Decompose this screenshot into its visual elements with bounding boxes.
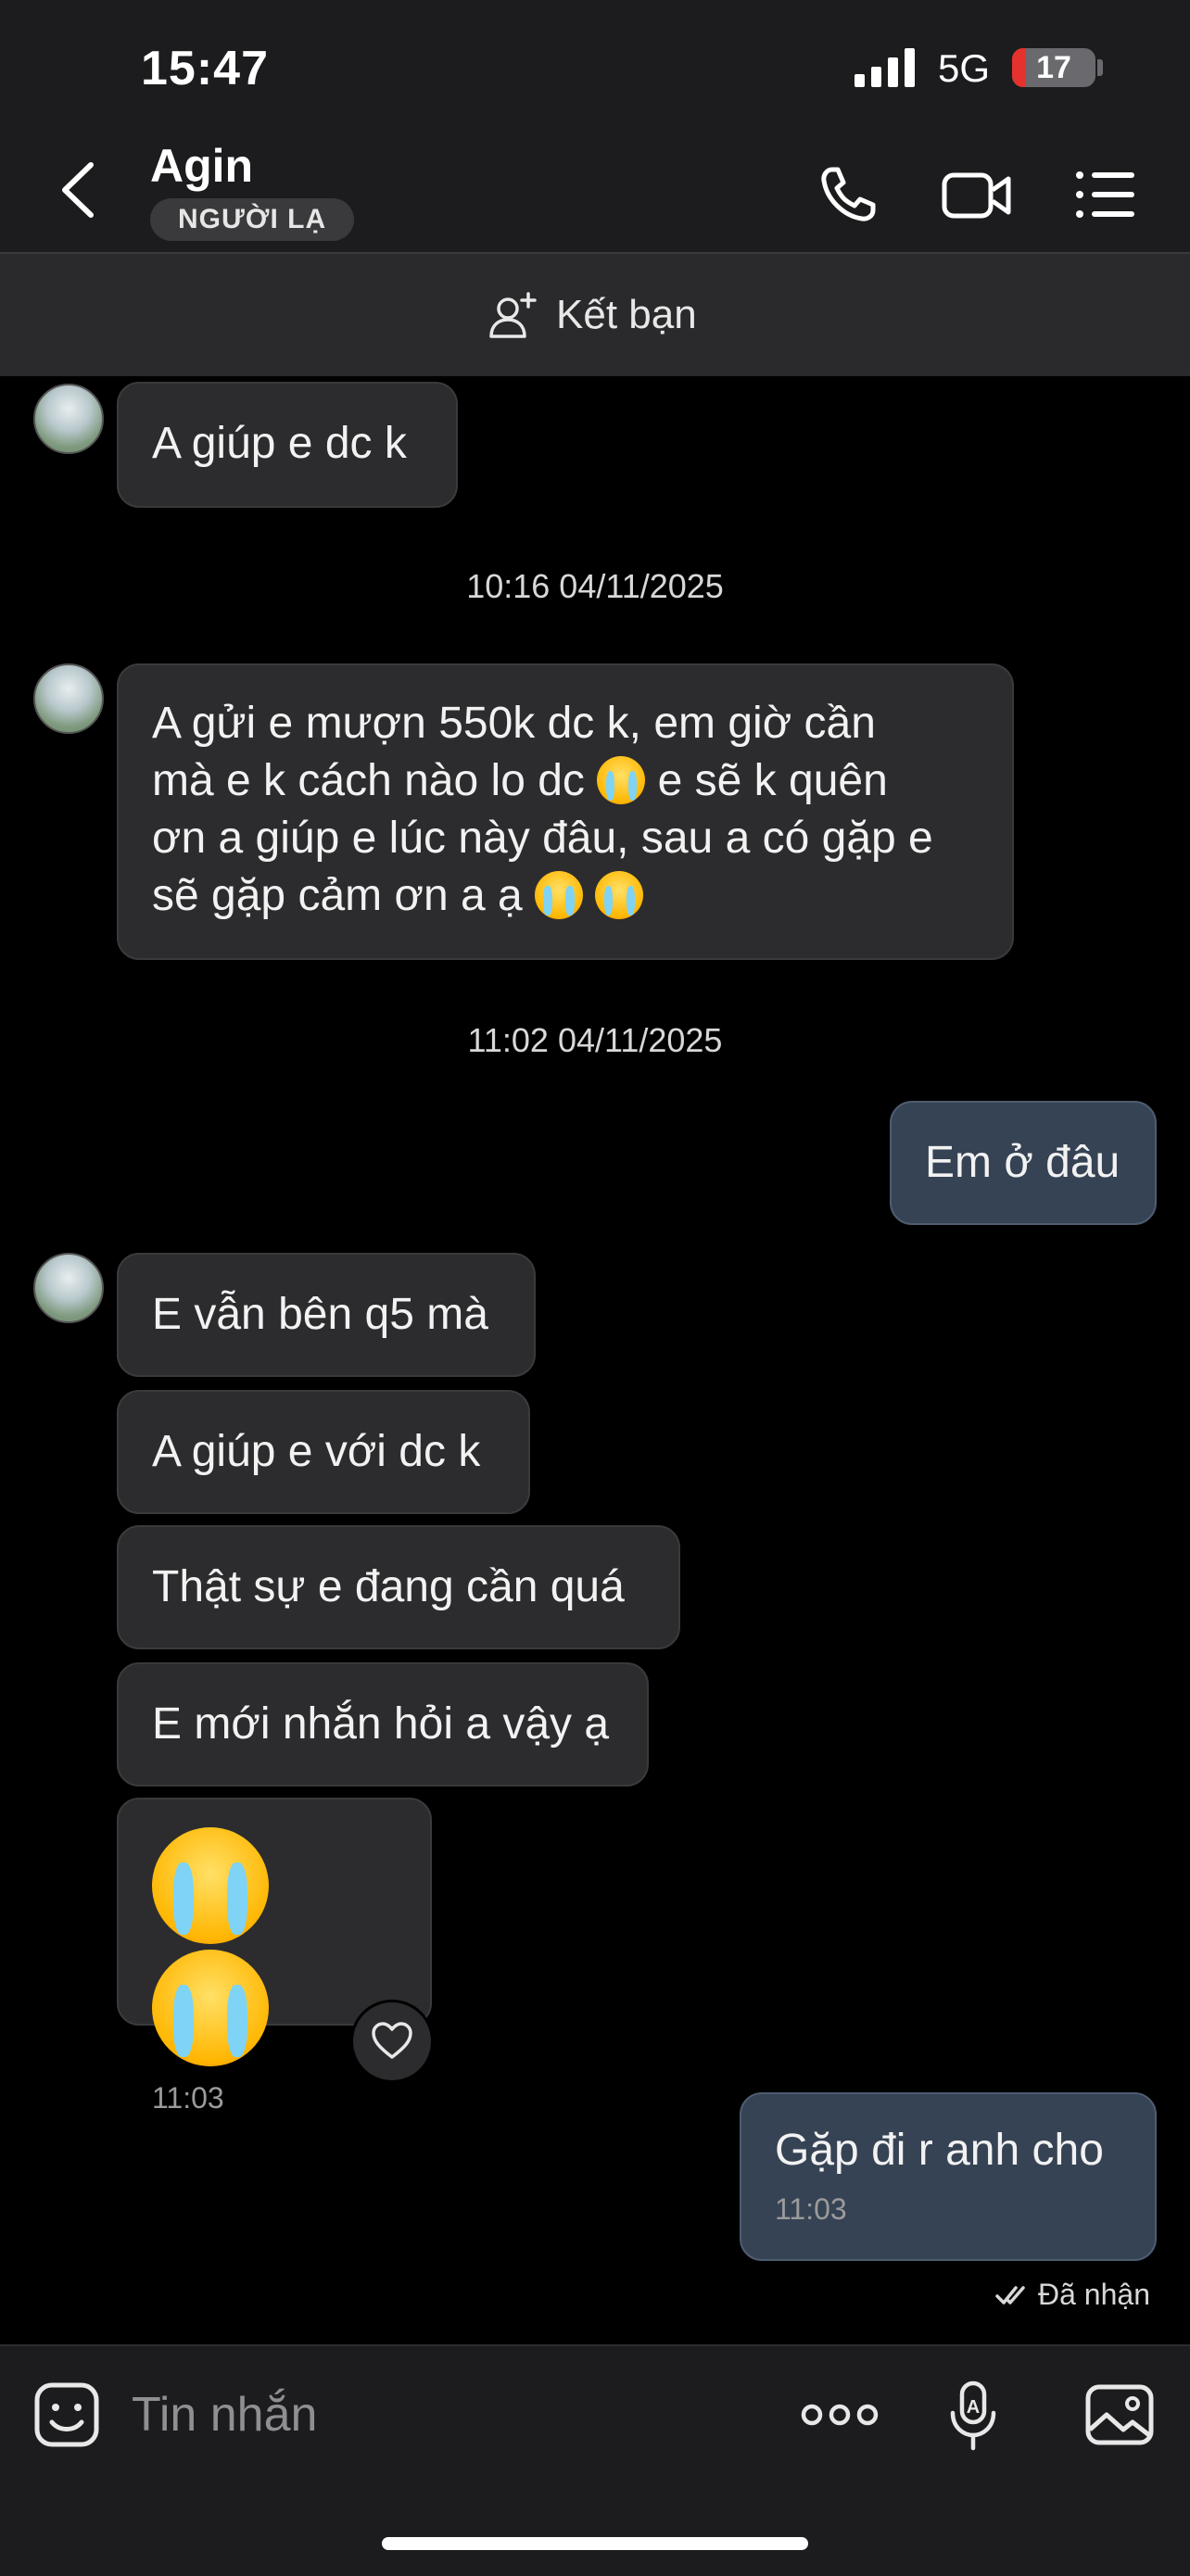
back-icon[interactable] <box>56 158 102 222</box>
message-input[interactable] <box>130 2381 782 2448</box>
delivery-status: Đã nhận <box>995 2278 1150 2312</box>
image-icon[interactable] <box>1082 2378 1157 2452</box>
message-bubble-incoming[interactable]: A giúp e với dc k <box>117 1390 530 1514</box>
message-bubble-outgoing[interactable]: Em ở đâu <box>890 1101 1157 1225</box>
svg-text:A: A <box>967 2397 980 2418</box>
message-bubble-incoming[interactable]: A gửi e mượn 550k dc k, em giờ cần mà e … <box>117 663 1014 960</box>
menu-icon[interactable] <box>1075 162 1136 227</box>
crying-emoji <box>152 1950 269 2066</box>
message-time: 11:03 <box>152 2081 224 2115</box>
add-friend-button[interactable]: Kết bạn <box>487 287 697 343</box>
contact-name[interactable]: Agin <box>150 139 253 193</box>
more-icon[interactable] <box>801 2378 879 2452</box>
message-bubble-incoming[interactable]: A giúp e dc k <box>117 382 458 508</box>
emoji-icon[interactable] <box>30 2378 104 2452</box>
heart-icon <box>372 2022 412 2059</box>
message-text: A giúp e dc k <box>152 419 407 468</box>
message-text: Em ở đâu <box>925 1138 1120 1187</box>
message-text: A giúp e với dc k <box>152 1427 481 1476</box>
battery-nub <box>1097 59 1103 76</box>
delivery-status-label: Đã nhận <box>1038 2278 1150 2311</box>
message-line: sẽ gặp cảm ơn a ạ <box>152 867 979 925</box>
crying-emoji <box>595 871 644 919</box>
contact-avatar[interactable] <box>33 663 104 734</box>
home-indicator <box>382 2537 808 2550</box>
message-bubble-incoming[interactable]: E vẫn bên q5 mà <box>117 1253 536 1377</box>
react-heart-button[interactable] <box>350 2000 434 2083</box>
stranger-badge: NGƯỜI LẠ <box>150 198 355 241</box>
message-bubble-incoming[interactable]: E mới nhắn hỏi a vậy ạ <box>117 1662 649 1787</box>
timestamp-divider: 10:16 04/11/2025 <box>466 567 724 605</box>
battery-icon: 17 <box>1012 48 1095 87</box>
message-line: ơn a giúp e lúc này đâu, sau a có gặp e <box>152 814 933 863</box>
add-friend-icon <box>489 292 537 338</box>
contact-avatar[interactable] <box>33 384 104 454</box>
message-bubble-incoming[interactable]: 11:03 <box>117 1798 432 2115</box>
add-friend-label: Kết bạn <box>556 292 697 337</box>
network-type: 5G <box>938 46 991 90</box>
crying-emoji <box>597 756 646 804</box>
message-bubble-outgoing[interactable]: Gặp đi r anh cho 11:03 <box>740 2092 1157 2261</box>
message-text: Gặp đi r anh cho <box>775 2126 1104 2175</box>
phone-icon[interactable] <box>816 162 880 227</box>
contact-avatar[interactable] <box>33 1253 104 1323</box>
message-line: mà e k cách nào lo dc e sẽ k quên <box>152 756 888 805</box>
timestamp-divider: 11:02 04/11/2025 <box>467 1021 723 1059</box>
crying-emoji <box>152 1827 269 1944</box>
message-text: Thật sự e đang cần quá <box>152 1562 625 1611</box>
message-text: E vẫn bên q5 mà <box>152 1290 488 1339</box>
message-time: 11:03 <box>775 2192 847 2226</box>
message-line: A gửi e mượn 550k dc k, em giờ cần <box>152 699 876 748</box>
signal-icon <box>855 48 915 87</box>
message-bubble-incoming[interactable]: Thật sự e đang cần quá <box>117 1525 680 1649</box>
crying-emoji <box>535 871 584 919</box>
voice-icon[interactable]: A <box>940 2378 1010 2452</box>
battery-level: 17 <box>1036 50 1071 85</box>
double-check-icon <box>995 2285 1025 2305</box>
status-time: 15:47 <box>141 42 269 95</box>
video-icon[interactable] <box>942 162 1012 227</box>
message-text: E mới nhắn hỏi a vậy ạ <box>152 1699 610 1749</box>
